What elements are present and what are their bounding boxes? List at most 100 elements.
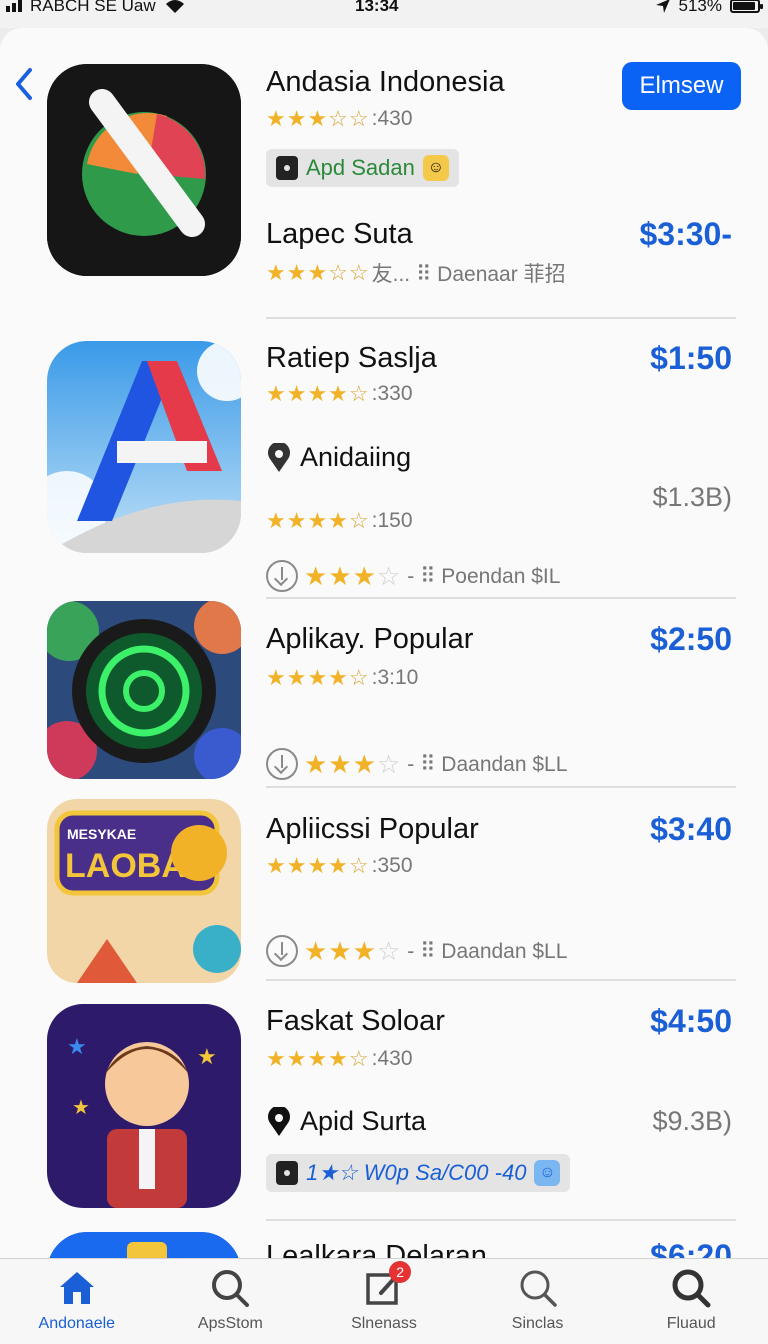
avatar-icon: ☺	[534, 1160, 561, 1186]
divider	[266, 979, 736, 981]
emoji-icon: ☺	[422, 155, 449, 181]
app-developer[interactable]: Apid Surta	[266, 1106, 426, 1137]
download-meta: ★★★☆ - ⠿ Daandan $LL	[266, 935, 567, 967]
back-button[interactable]	[10, 64, 38, 104]
open-button[interactable]: Elmsew	[622, 62, 741, 110]
tab-label: Fluaud	[666, 1315, 716, 1332]
divider	[266, 786, 736, 788]
lock-icon	[276, 156, 298, 180]
location-icon	[655, 0, 670, 13]
app-icon[interactable]	[47, 601, 241, 779]
app-rating: ★★★☆☆ :430	[266, 106, 413, 132]
app-rating: ★★★★☆ :3:10	[266, 665, 418, 691]
rating-stars: ★★★★☆	[266, 381, 370, 406]
notification-badge: 2	[389, 1261, 412, 1283]
tab-find[interactable]: Fluaud	[614, 1259, 768, 1344]
download-meta: ★★★☆ - ⠿ Poendan $IL	[266, 560, 560, 592]
battery-percent: 513%	[678, 0, 722, 15]
sub-rating: ★★★☆☆ 友... ⠿ Daenaar 菲招	[266, 258, 566, 288]
rating-stars: ★★★★☆	[266, 665, 370, 690]
app-rating: ★★★★☆ :350	[266, 853, 413, 879]
app-icon[interactable]	[47, 64, 241, 276]
search-icon	[672, 1269, 711, 1308]
app-title[interactable]: Aplikay. Popular	[266, 623, 473, 656]
lock-icon	[276, 1161, 298, 1185]
signal-icon	[6, 0, 22, 12]
app-price[interactable]: $4:50	[650, 1003, 732, 1040]
status-right: 513%	[655, 0, 763, 16]
app-price[interactable]: $6:20	[650, 1238, 732, 1258]
app-subtitle[interactable]: Lapec Suta	[266, 218, 413, 251]
app-icon[interactable]: ★ ★ ★	[47, 1004, 241, 1208]
tab-search[interactable]: Sinclas	[461, 1259, 615, 1344]
app-title[interactable]: Andasia Indonesia	[266, 66, 505, 99]
tab-home[interactable]: Andonaele	[0, 1259, 154, 1344]
badge-label: Apd Sadan	[306, 155, 415, 180]
app-badge: Apd Sadan ☺	[266, 149, 459, 187]
meta-text: - ⠿ Poendan $IL	[407, 564, 561, 588]
rating-count: :350	[371, 854, 413, 877]
rating-stars: ★★★★☆	[266, 853, 370, 878]
app-price[interactable]: $2:50	[650, 621, 732, 658]
icon-text-top: MESYKAE	[67, 826, 136, 842]
app-title[interactable]: Ratiep Saslja	[266, 342, 437, 375]
download-icon[interactable]	[266, 935, 298, 967]
rating-stars: ★★★☆☆	[266, 106, 370, 131]
app-icon[interactable]: MESYKAE LAOBAS	[47, 799, 241, 983]
app-badge: 1★☆ W0p Sa/C00 -40 ☺	[266, 1154, 571, 1192]
rating-stars: ★★★☆☆	[266, 260, 370, 285]
status-bar: RABCH SE Uaw 13:34 513%	[0, 0, 768, 28]
app-title[interactable]: Apliicssi Popular	[266, 813, 479, 846]
rating-stars: ★★★★☆	[266, 1046, 370, 1071]
sub-rating-text: 友... ⠿ Daenaar 菲招	[371, 263, 566, 286]
developer-name: Anidaiing	[300, 442, 412, 472]
app-icon[interactable]	[47, 341, 241, 553]
meta-text: - ⠿ Daandan $LL	[407, 939, 568, 963]
search-icon	[520, 1270, 557, 1307]
app-developer[interactable]: Anidaiing	[266, 442, 411, 473]
download-meta: ★★★☆ - ⠿ Daandan $LL	[266, 748, 567, 780]
app-rating: ★★★★☆ :330	[266, 381, 413, 407]
battery-icon	[730, 0, 763, 13]
tab-label: Sinclas	[511, 1315, 564, 1332]
battery-fill	[733, 2, 755, 10]
svg-text:★: ★	[72, 1095, 90, 1119]
app-price[interactable]: $3:40	[650, 811, 732, 848]
clock: 13:34	[355, 0, 399, 15]
rating-count: :430	[371, 107, 413, 130]
app-price[interactable]: $1:50	[650, 340, 732, 377]
pin-icon	[268, 1106, 290, 1136]
divider	[266, 1219, 736, 1221]
app-list-sheet: Elmsew Andasia Indonesia ★★★☆☆ :430 Apd …	[0, 28, 768, 1258]
sub-rating: ★★★★☆ :150	[266, 508, 413, 534]
app-title[interactable]: Lealkara Delaran	[266, 1240, 487, 1258]
app-title[interactable]: Faskat Soloar	[266, 1005, 445, 1038]
rating-stars: ★★★☆	[304, 935, 402, 966]
app-rating: ★★★★☆ :430	[266, 1046, 413, 1072]
sub-rating-text: :150	[371, 509, 413, 532]
download-icon[interactable]	[266, 748, 298, 780]
divider	[266, 597, 736, 599]
rating-count: :330	[371, 382, 413, 405]
home-icon	[59, 1272, 94, 1304]
rating-stars: ★★★★☆	[266, 508, 370, 533]
rating-stars: ★★★☆	[304, 748, 402, 779]
app-price[interactable]: $3:30-	[640, 216, 733, 253]
rating-count: :3:10	[371, 666, 419, 689]
svg-text:★: ★	[67, 1035, 87, 1060]
tab-label: Slnenass	[351, 1315, 417, 1332]
search-icon	[212, 1270, 250, 1307]
carrier: RABCH SE Uaw	[6, 0, 186, 16]
divider	[266, 317, 736, 319]
sub-price: $9.3B)	[652, 1106, 732, 1136]
download-icon[interactable]	[266, 560, 298, 592]
app-icon[interactable]	[47, 1232, 241, 1258]
tab-updates[interactable]: 2 Slnenass	[307, 1259, 461, 1344]
tab-apps[interactable]: ApsStom	[154, 1259, 308, 1344]
meta-text: - ⠿ Daandan $LL	[407, 752, 568, 776]
tab-label: ApsStom	[197, 1315, 263, 1332]
wifi-icon	[165, 0, 184, 13]
svg-text:★: ★	[197, 1045, 217, 1070]
badge-label: 1★☆ W0p Sa/C00 -40	[306, 1160, 527, 1185]
carrier-label: RABCH SE Uaw	[30, 0, 156, 15]
